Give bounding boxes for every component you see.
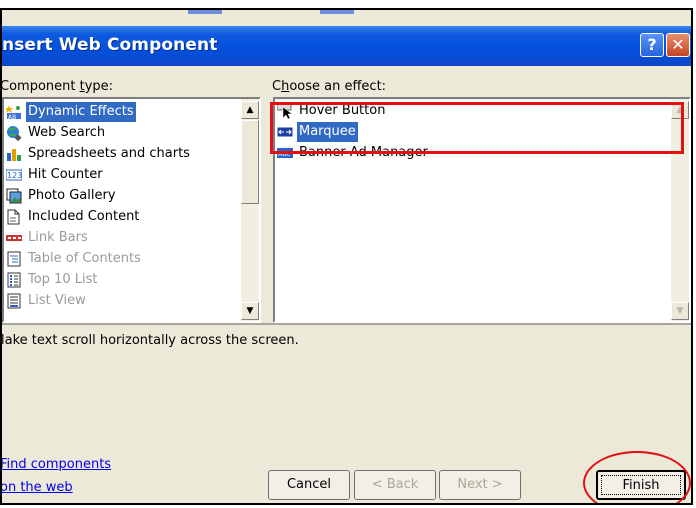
help-icon: ? bbox=[647, 35, 657, 54]
back-button[interactable]: < Back bbox=[354, 470, 436, 500]
list-item-label: Banner Ad Manager bbox=[299, 145, 428, 160]
list-view-icon bbox=[6, 293, 22, 309]
list-item[interactable]: AB Dynamic Effects bbox=[4, 102, 239, 122]
list-item-label: List View bbox=[28, 293, 86, 308]
list-item[interactable]: List View bbox=[4, 291, 239, 311]
insert-web-component-dialog: nsert Web Component ? ✕ Component type: … bbox=[0, 8, 693, 505]
effect-description: lake text scroll horizontally across the… bbox=[1, 333, 299, 348]
list-item-label: Dynamic Effects bbox=[26, 102, 136, 122]
effect-list-scrollbar[interactable]: ▲ ▼ bbox=[671, 99, 689, 321]
included-content-icon bbox=[6, 209, 22, 225]
title-bar[interactable]: nsert Web Component ? ✕ bbox=[2, 26, 691, 66]
effect-list[interactable]: Hover Button Marquee ABC Banner Ad Manag… bbox=[273, 97, 691, 323]
help-button[interactable]: ? bbox=[640, 33, 664, 57]
find-components-link[interactable]: Find components bbox=[2, 457, 111, 472]
scroll-up-button[interactable]: ▲ bbox=[671, 101, 689, 119]
scroll-thumb[interactable] bbox=[241, 120, 259, 204]
on-the-web-link[interactable]: on the web bbox=[2, 480, 73, 495]
list-item-label: Hit Counter bbox=[28, 167, 103, 182]
link-bars-icon bbox=[6, 230, 22, 246]
svg-text:123: 123 bbox=[7, 171, 22, 180]
background-line bbox=[320, 10, 354, 14]
list-item[interactable]: Web Search bbox=[4, 123, 239, 143]
close-icon: ✕ bbox=[671, 35, 685, 54]
scroll-up-button[interactable]: ▲ bbox=[241, 101, 259, 119]
list-item-label: Top 10 List bbox=[28, 272, 98, 287]
marquee-icon bbox=[276, 124, 294, 140]
scroll-down-button[interactable]: ▼ bbox=[241, 302, 259, 320]
list-item-label: Table of Contents bbox=[28, 251, 141, 266]
component-list-scrollbar[interactable]: ▲ ▼ bbox=[241, 99, 259, 321]
list-item[interactable]: Top 10 List bbox=[4, 270, 239, 290]
list-item[interactable]: 123 Hit Counter bbox=[4, 165, 239, 185]
finish-button[interactable]: Finish bbox=[596, 470, 686, 500]
hit-counter-icon: 123 bbox=[5, 167, 23, 183]
svg-text:ABC: ABC bbox=[278, 151, 290, 158]
list-item-label: Web Search bbox=[28, 125, 106, 140]
arrow-down-icon: ▼ bbox=[246, 306, 254, 316]
scroll-down-button[interactable]: ▼ bbox=[671, 302, 689, 320]
description-panel: lake text scroll horizontally across the… bbox=[2, 323, 691, 443]
component-type-label: Component type: bbox=[0, 79, 114, 94]
hover-button-icon bbox=[276, 103, 293, 120]
back-button-label: < Back bbox=[371, 477, 419, 492]
background-line bbox=[188, 10, 222, 14]
list-item[interactable]: ABC Banner Ad Manager bbox=[275, 143, 671, 163]
dialog-title: nsert Web Component bbox=[2, 35, 218, 55]
next-button[interactable]: Next > bbox=[439, 470, 521, 500]
list-item[interactable]: Link Bars bbox=[4, 228, 239, 248]
spreadsheets-charts-icon bbox=[6, 146, 22, 162]
finish-button-label: Finish bbox=[622, 478, 660, 493]
arrow-down-icon: ▼ bbox=[676, 306, 684, 316]
list-item-label: Photo Gallery bbox=[28, 188, 116, 203]
next-button-label: Next > bbox=[457, 477, 503, 492]
close-button[interactable]: ✕ bbox=[666, 33, 690, 57]
dynamic-effects-icon: AB bbox=[5, 104, 22, 121]
arrow-up-icon: ▲ bbox=[246, 105, 254, 115]
web-search-icon bbox=[6, 125, 22, 142]
list-item-label: Spreadsheets and charts bbox=[28, 146, 190, 161]
photo-gallery-icon bbox=[6, 188, 22, 204]
choose-effect-label: Choose an effect: bbox=[272, 79, 387, 94]
banner-ad-manager-icon: ABC bbox=[277, 145, 293, 161]
list-item[interactable]: Photo Gallery bbox=[4, 186, 239, 206]
svg-text:AB: AB bbox=[8, 114, 16, 120]
list-item-label: Hover Button bbox=[299, 103, 386, 118]
arrow-up-icon: ▲ bbox=[676, 105, 684, 115]
list-item[interactable]: Included Content bbox=[4, 207, 239, 227]
list-item-label: Marquee bbox=[297, 122, 358, 142]
list-item[interactable]: Hover Button bbox=[275, 101, 671, 121]
list-item-label: Link Bars bbox=[28, 230, 88, 245]
list-item[interactable]: Marquee bbox=[275, 122, 671, 142]
table-of-contents-icon bbox=[6, 251, 22, 267]
list-item-label: Included Content bbox=[28, 209, 140, 224]
cancel-button[interactable]: Cancel bbox=[268, 470, 350, 500]
top-10-list-icon bbox=[6, 272, 22, 288]
cancel-button-label: Cancel bbox=[286, 477, 332, 492]
list-item[interactable]: Table of Contents bbox=[4, 249, 239, 269]
component-type-list[interactable]: AB Dynamic Effects Web Search Spreadshee… bbox=[2, 97, 261, 323]
list-item[interactable]: Spreadsheets and charts bbox=[4, 144, 239, 164]
